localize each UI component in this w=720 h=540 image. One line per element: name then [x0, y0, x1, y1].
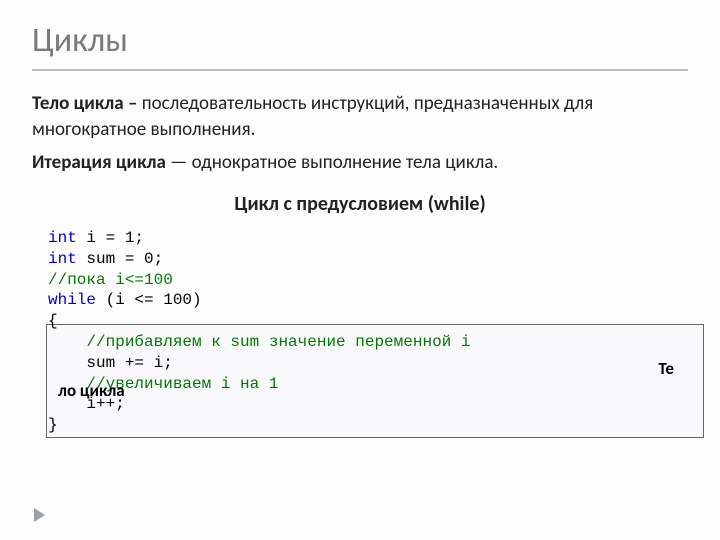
term-iteration: Итерация цикла	[32, 151, 166, 174]
slide: Циклы Тело цикла – последовательность ин…	[0, 0, 720, 540]
definition-body: Тело цикла – последовательность инструкц…	[32, 91, 688, 142]
loop-body-label-part1: Те	[658, 358, 674, 379]
code-block: Те ло цикла int i = 1; int sum = 0; //по…	[48, 228, 680, 436]
triangle-icon	[34, 508, 45, 522]
term-iteration-text: — однократное выполнение тела цикла.	[166, 151, 498, 174]
definition-iteration: Итерация цикла — однократное выполнение …	[32, 150, 688, 176]
term-body: Тело цикла –	[32, 92, 142, 115]
page-title: Циклы	[32, 20, 688, 71]
section-heading: Цикл с предусловием (while)	[32, 192, 688, 216]
loop-body-label-part2: ло цикла	[58, 380, 125, 401]
code-text: int i = 1; int sum = 0; //пока i<=100 wh…	[48, 228, 680, 436]
